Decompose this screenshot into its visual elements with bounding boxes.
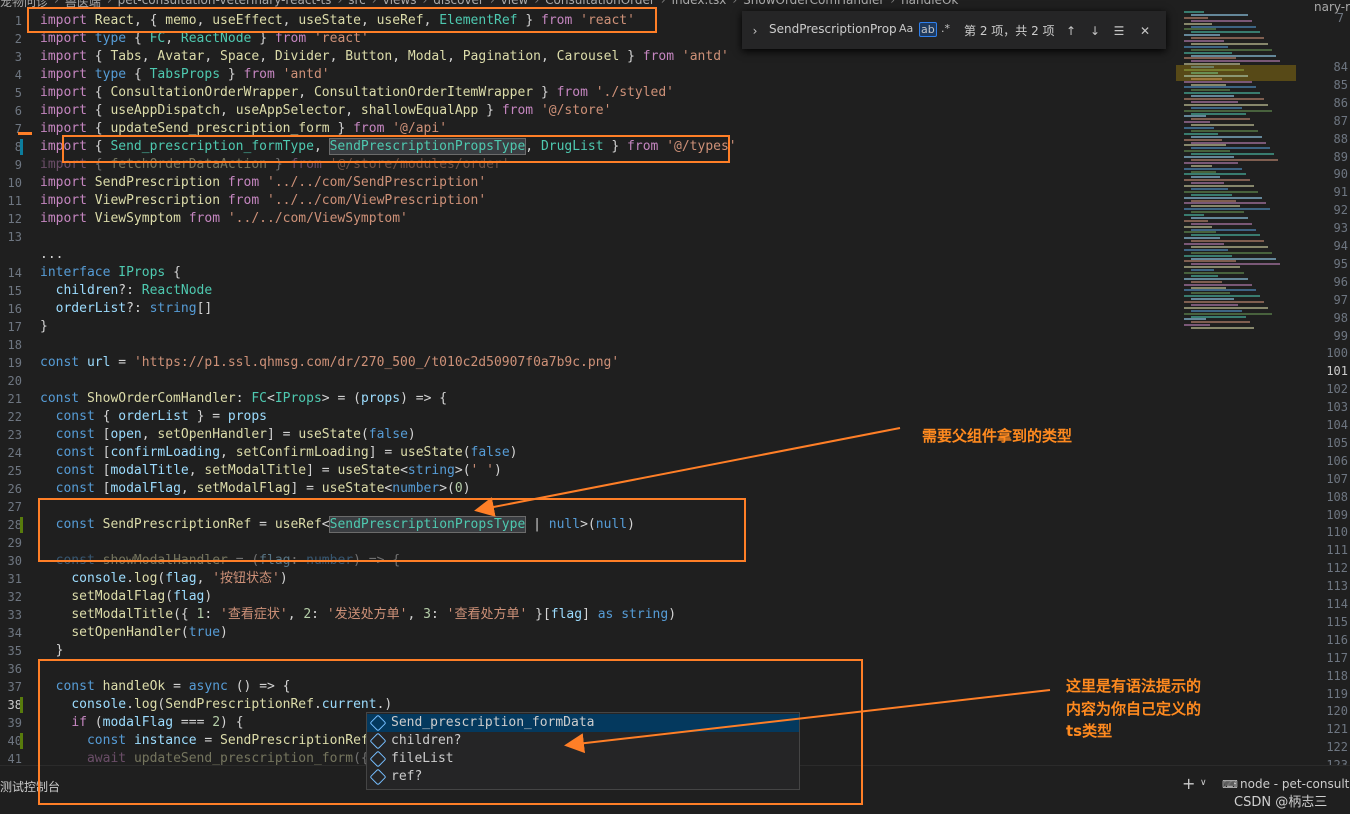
arrow-to-suggestions [564,689,1051,754]
arrow-to-useref [474,427,901,517]
annotation-hint-line3: ts类型 [1066,722,1113,740]
annotation-hint-line1: 这里是有语法提示的 [1066,677,1202,695]
annotation-hint-line2: 内容为你自己定义的 [1066,700,1202,718]
annotation-parent-type: 需要父组件拿到的类型 [922,427,1073,445]
